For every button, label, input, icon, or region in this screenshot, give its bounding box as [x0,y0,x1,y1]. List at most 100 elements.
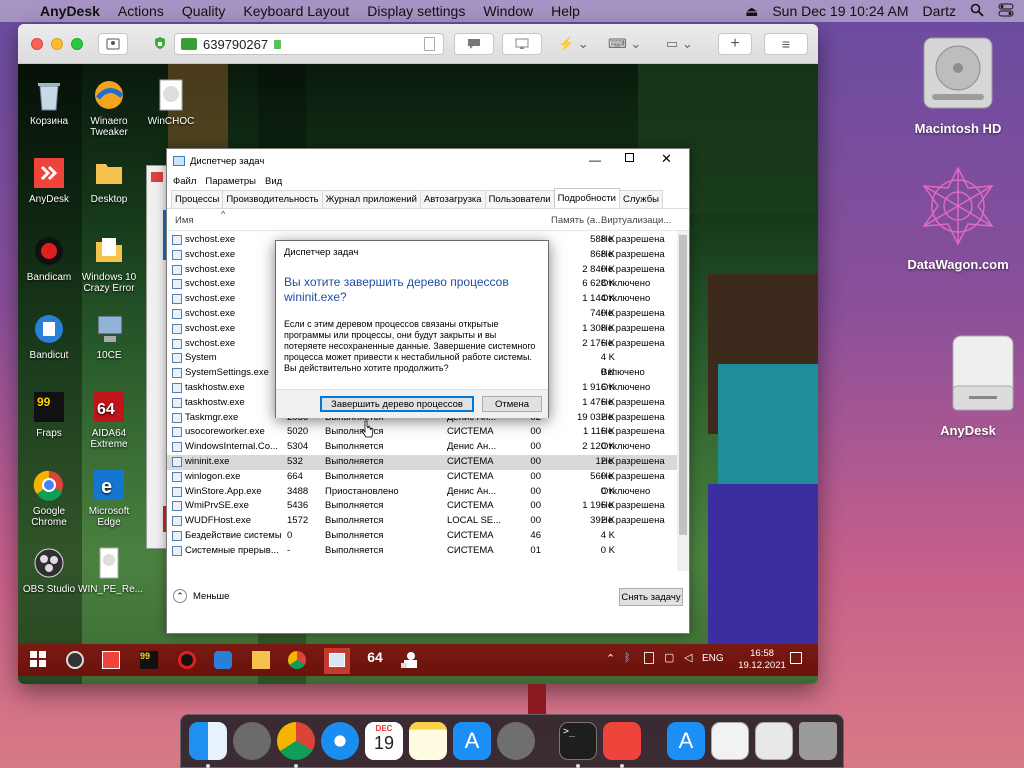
win-icon-crazy-error[interactable]: Windows 10 Crazy Error [78,234,140,294]
screenshot-icon[interactable] [755,722,793,760]
taskmgr-icon[interactable] [324,648,350,674]
menu-actions[interactable]: Actions [118,3,164,19]
tab-details[interactable]: Подробности [553,188,620,208]
table-row[interactable]: WinStore.App.exe 3488 Приостановлено Денис … [167,485,677,500]
menu-display-settings[interactable]: Display settings [367,3,465,19]
system-preferences-icon[interactable] [497,722,535,760]
table-row[interactable]: WindowsInternal.Co... 5304 Выполняется Дени… [167,440,677,455]
table-row[interactable]: Системные прерыв... - Выполняется СИСТЕМА 01… [167,544,677,559]
contact-card-icon[interactable] [98,33,128,55]
desktop-icon-macintosh-hd[interactable]: Macintosh HD [903,32,1013,136]
close-window-button[interactable] [31,38,43,50]
terminal-icon[interactable]: >_ [559,722,597,760]
win-icon-aida64[interactable]: 64 AIDA64 Extreme [78,390,140,450]
hamburger-menu-icon[interactable]: ≡ [764,33,808,55]
desktop-icon-datawagon[interactable]: DataWagon.com [903,164,1013,272]
win-icon-obs[interactable]: OBS Studio [18,546,80,595]
volume-icon[interactable]: ◁ [684,651,692,664]
menu-window[interactable]: Window [483,3,533,19]
fewer-details-link[interactable]: Меньше [193,591,229,602]
launchpad-icon[interactable] [233,722,271,760]
eject-icon[interactable]: ⏏ [745,3,758,20]
win-icon-edge[interactable]: e Microsoft Edge [78,468,140,528]
column-virtualization[interactable]: Виртуализаци... [601,215,671,226]
win-icon-winaero[interactable]: Winaero Tweaker [78,78,140,138]
scrollbar[interactable] [677,231,689,571]
tab-services[interactable]: Службы [619,190,663,208]
menubar-datetime[interactable]: Sun Dec 19 10:24 AM [772,3,908,19]
close-button[interactable]: ✕ [661,151,672,167]
menu-options[interactable]: Параметры [205,176,256,187]
win-icon-10ce[interactable]: 10CE [78,312,140,361]
menu-app-name[interactable]: AnyDesk [40,3,100,19]
chrome-icon[interactable] [277,722,315,760]
windows-start-icon[interactable] [30,651,48,669]
table-row[interactable]: winlogon.exe 664 Выполняется СИСТЕМА 00 560 K… [167,470,677,485]
tab-performance[interactable]: Производительность [222,190,323,208]
language-indicator[interactable]: ENG [702,653,724,664]
spotlight-search-icon[interactable] [970,3,984,20]
calendar-icon[interactable]: DEC 19 [365,722,403,760]
anydesk-icon[interactable] [102,651,120,669]
cancel-button[interactable]: Отмена [482,396,542,412]
chat-icon[interactable] [454,33,494,55]
app-store-folder-icon[interactable]: A [667,722,705,760]
win-icon-bandicam[interactable]: Bandicam [18,234,80,283]
minimize-window-button[interactable] [51,38,63,50]
notification-icon[interactable] [790,652,802,664]
menu-view[interactable]: Вид [265,176,282,187]
minimize-button[interactable]: — [589,153,601,167]
win-icon-desktop-folder[interactable]: Desktop [78,156,140,205]
display-icon[interactable]: ▭ ⌄ [666,36,702,52]
menu-keyboard-layout[interactable]: Keyboard Layout [243,3,349,19]
menu-quality[interactable]: Quality [182,3,226,19]
maximize-button[interactable] [625,153,634,162]
zoom-window-button[interactable] [71,38,83,50]
win-icon-anydesk[interactable]: AnyDesk [18,156,80,205]
notes-icon[interactable] [409,722,447,760]
scrollbar-thumb[interactable] [679,235,687,535]
safari-icon[interactable] [321,722,359,760]
menu-file[interactable]: Файл [173,176,196,187]
collapse-chevron-icon[interactable]: ⌃ [173,589,187,603]
win-icon-chrome[interactable]: Google Chrome [18,468,80,528]
table-row[interactable]: usocoreworker.exe 5020 Выполняется СИСТЕМА 0… [167,425,677,440]
anydesk-icon[interactable] [603,722,641,760]
menu-help[interactable]: Help [551,3,580,19]
bluetooth-icon[interactable]: ᛒ [624,652,631,664]
downloads-icon[interactable] [711,722,749,760]
control-center-icon[interactable] [998,3,1014,20]
chrome-icon[interactable] [288,651,306,669]
column-name[interactable]: Имя [175,215,194,226]
users-icon[interactable] [400,651,418,669]
desktop-icon-anydesk-volume[interactable]: AnyDesk [928,330,1024,438]
fraps-icon[interactable]: 99 [140,651,158,669]
tab-app-history[interactable]: Журнал приложений [321,190,421,208]
tab-users[interactable]: Пользователи [484,190,555,208]
end-task-button[interactable]: Снять задачу [619,588,683,606]
win-icon-win-pe[interactable]: WIN_PE_Re... [78,546,143,595]
aida64-icon[interactable]: 64 [362,649,388,671]
confirm-end-tree-button[interactable]: Завершить дерево процессов [320,396,474,412]
remote-address-tab[interactable]: 639790267 [174,33,444,55]
tab-startup[interactable]: Автозагрузка [419,190,486,208]
trash-icon[interactable] [799,722,837,760]
column-memory[interactable]: Память (а... [551,215,603,226]
win-icon-bandicut[interactable]: Bandicut [18,312,80,361]
table-row[interactable]: WUDFHost.exe 1572 Выполняется LOCAL SE... 00… [167,514,677,529]
obs-icon[interactable] [66,651,84,669]
battery-icon[interactable] [644,652,654,664]
win-icon-fraps[interactable]: 99 Fraps [18,390,80,439]
win-icon-winchoc[interactable]: WinCHOC [140,78,202,127]
tab-processes[interactable]: Процессы [171,190,224,208]
clipboard-icon[interactable] [424,37,435,51]
bandicut-icon[interactable] [214,651,232,669]
network-icon[interactable]: ▢ [664,651,674,664]
folder-icon[interactable] [252,651,270,669]
table-row[interactable]: WmiPrvSE.exe 5436 Выполняется СИСТЕМА 00 1 19… [167,499,677,514]
app-store-icon[interactable]: A [453,722,491,760]
bandicam-icon[interactable] [178,651,196,669]
table-row[interactable]: Бездействие системы 0 Выполняется СИСТЕМА 46… [167,529,677,544]
tray-chevron-icon[interactable]: ⌃ [606,652,615,665]
new-tab-plus-icon[interactable]: + [718,33,752,55]
